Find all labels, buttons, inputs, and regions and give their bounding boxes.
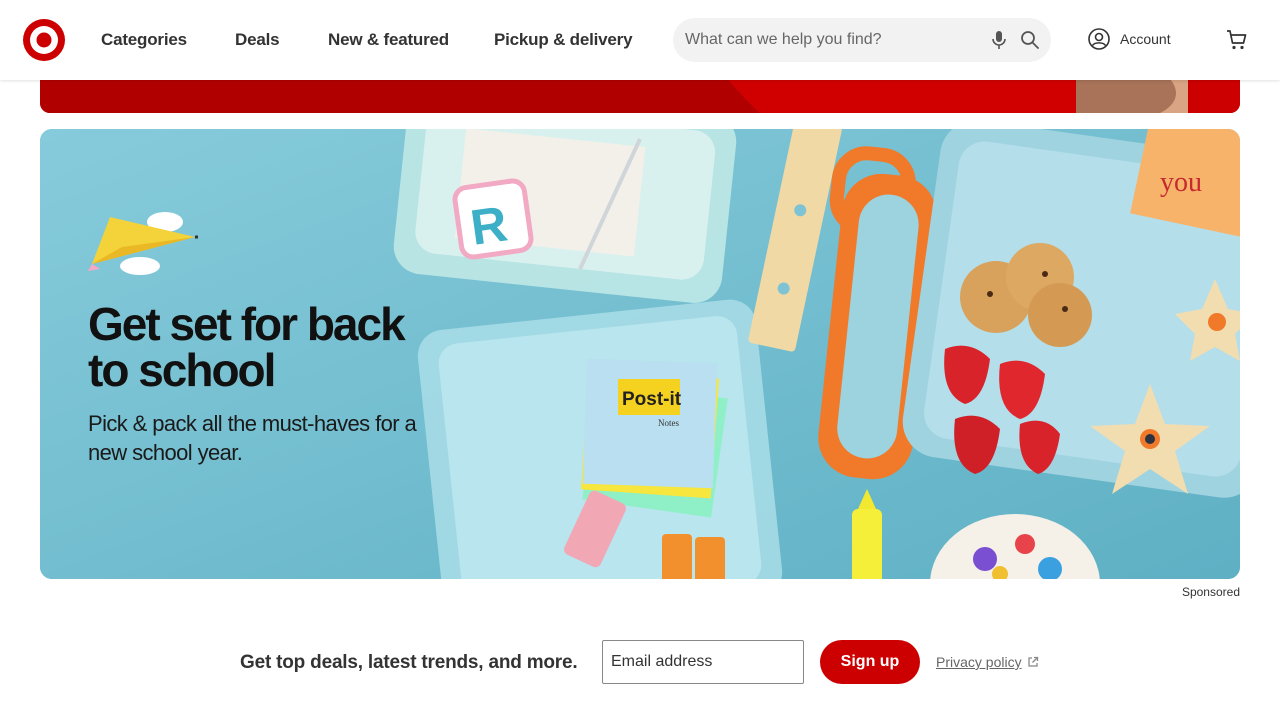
site-header: Categories Deals New & featured Pickup &…	[0, 0, 1280, 80]
search-input[interactable]	[685, 31, 975, 49]
plastic-box-illustration: Post-it Notes	[417, 299, 783, 579]
newsletter-label: Get top deals, latest trends, and more.	[240, 652, 578, 673]
hero-banner[interactable]: R Post-it Notes you Get set for back to …	[40, 129, 1240, 579]
hero-title: Get set for back to school	[88, 298, 406, 396]
sponsored-label: Sponsored	[1181, 585, 1240, 599]
search-bar	[673, 18, 1051, 62]
signup-button[interactable]: Sign up	[820, 640, 920, 684]
search-icon[interactable]	[1020, 30, 1040, 50]
svg-text:Post-it: Post-it	[622, 389, 682, 410]
nav-pickup-delivery[interactable]: Pickup & delivery	[494, 30, 633, 50]
nav-new-featured[interactable]: New & featured	[328, 30, 449, 50]
account-label: Account	[1120, 31, 1171, 47]
nav-deals[interactable]: Deals	[235, 30, 280, 50]
external-link-icon	[1027, 656, 1038, 667]
privacy-policy-link[interactable]: Privacy policy	[936, 654, 1039, 670]
svg-text:R: R	[467, 195, 511, 255]
target-logo-icon[interactable]	[22, 18, 66, 62]
cart-icon[interactable]	[1226, 29, 1248, 51]
svg-text:you: you	[1160, 167, 1202, 198]
nav-categories[interactable]: Categories	[101, 30, 187, 50]
microphone-icon[interactable]	[989, 30, 1009, 50]
svg-text:Notes: Notes	[658, 418, 679, 428]
account-icon	[1088, 28, 1110, 50]
account-button[interactable]: Account	[1088, 28, 1171, 50]
privacy-policy-label: Privacy policy	[936, 654, 1022, 670]
hero-subtitle: Pick & pack all the must-haves for a new…	[88, 411, 417, 465]
email-field[interactable]	[602, 640, 804, 684]
hero-copy: Get set for back to school Pick & pack a…	[88, 301, 428, 467]
